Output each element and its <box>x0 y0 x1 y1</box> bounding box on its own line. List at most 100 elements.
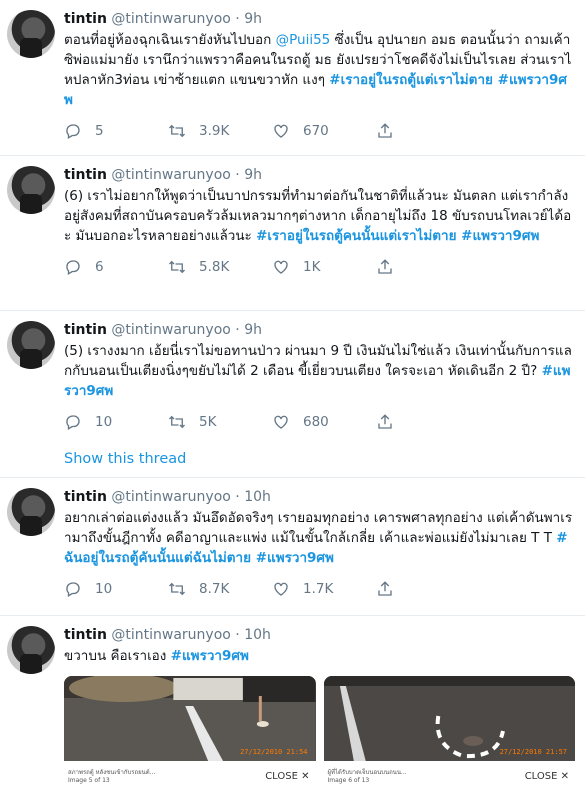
close-label: CLOSE <box>524 771 558 782</box>
share-button[interactable] <box>376 413 480 431</box>
display-name[interactable]: tintin <box>64 489 107 505</box>
timestamp[interactable]: 9h <box>244 11 262 27</box>
separator: · <box>235 627 240 643</box>
tweet[interactable]: tintin @tintinwarunyoo · 10h ขวาบน คือเร… <box>0 616 585 796</box>
like-icon <box>274 260 288 274</box>
photo-counter: Image 5 of 13 <box>68 777 110 784</box>
user-handle[interactable]: @tintinwarunyoo <box>111 322 230 338</box>
user-handle[interactable]: @tintinwarunyoo <box>111 489 230 505</box>
reply-icon <box>66 415 80 430</box>
like-count: 670 <box>303 123 329 139</box>
tweet-text-part: (5) เรางงมาก เอ้ยนี่เราไม่ขอทานป่าว ผ่าน… <box>64 343 572 379</box>
share-icon <box>378 259 392 274</box>
like-button[interactable]: 1K <box>272 258 376 276</box>
reply-count: 10 <box>95 414 113 430</box>
tweet[interactable]: tintin @tintinwarunyoo · 9h (5) เรางงมาก… <box>0 311 585 478</box>
retweet-count: 8.7K <box>199 581 230 597</box>
user-handle[interactable]: @tintinwarunyoo <box>111 167 230 183</box>
media-photo[interactable]: 27/12/2010 21:57 ผู้ที่ได้รับบาดเจ็บนอนบ… <box>323 676 575 796</box>
tweet-actions: 5 3.9K 670 <box>64 114 575 148</box>
retweet-icon <box>169 260 185 274</box>
reply-count: 5 <box>95 123 104 139</box>
share-icon <box>378 581 392 596</box>
avatar[interactable] <box>7 166 55 214</box>
timestamp[interactable]: 10h <box>244 627 271 643</box>
reply-button[interactable]: 10 <box>64 580 168 598</box>
close-x-icon: ✕ <box>560 771 569 782</box>
reply-button[interactable]: 5 <box>64 122 168 140</box>
tweet-text-part: ตอนที่อยู่ห้องฉุกเฉินเรายังหันไปบอก <box>64 32 276 48</box>
media-grid: 27/12/2010 21:54 สภาพรถตู้ หลังชนเข้ากับ… <box>64 676 575 796</box>
tweet-text-part: อยากเล่าต่อแต่งงแล้ว มันอึดอัดจริงๆ เราย… <box>64 510 573 546</box>
retweet-icon <box>169 582 185 596</box>
photo-counter: Image 6 of 13 <box>327 777 370 784</box>
like-count: 1.7K <box>303 581 334 597</box>
tweet-header: tintin @tintinwarunyoo · 9h <box>64 10 575 28</box>
like-count: 1K <box>303 259 321 275</box>
reply-button[interactable]: 10 <box>64 413 168 431</box>
close-button[interactable]: CLOSE ✕ <box>525 771 569 782</box>
share-button[interactable] <box>376 580 480 598</box>
separator: · <box>235 167 240 183</box>
tweet[interactable]: tintin @tintinwarunyoo · 9h (6) เราไม่อย… <box>0 156 585 311</box>
avatar[interactable] <box>7 10 55 58</box>
timestamp[interactable]: 9h <box>244 167 262 183</box>
like-count: 680 <box>303 414 329 430</box>
share-button[interactable] <box>376 122 480 140</box>
retweet-button[interactable]: 5K <box>168 413 272 431</box>
separator: · <box>235 322 240 338</box>
tweet-actions: 6 5.8K 1K <box>64 250 575 284</box>
like-button[interactable]: 670 <box>272 122 376 140</box>
display-name[interactable]: tintin <box>64 167 107 183</box>
reply-count: 10 <box>95 581 113 597</box>
reply-icon <box>66 582 80 597</box>
tweet-text: อยากเล่าต่อแต่งงแล้ว มันอึดอัดจริงๆ เราย… <box>64 508 575 568</box>
timestamp[interactable]: 9h <box>244 322 262 338</box>
mention-link[interactable]: @Puii55 <box>276 32 331 48</box>
hashtag-link[interactable]: #เราอยู่ในรถตู้คนนั้นแต่เราไม่ตาย #แพรวา… <box>256 228 539 244</box>
retweet-button[interactable]: 3.9K <box>168 122 272 140</box>
reply-button[interactable]: 6 <box>64 258 168 276</box>
separator: · <box>235 11 240 27</box>
like-icon <box>274 415 288 429</box>
photo-timestamp: 27/12/2010 21:54 <box>240 748 308 756</box>
share-button[interactable] <box>376 258 480 276</box>
retweet-button[interactable]: 8.7K <box>168 580 272 598</box>
close-label: CLOSE <box>265 771 298 782</box>
user-handle[interactable]: @tintinwarunyoo <box>111 627 230 643</box>
photo-caption: สภาพรถตู้ หลังชนเข้ากับรถยนต์... <box>68 769 156 776</box>
photo-caption: ผู้ที่ได้รับบาดเจ็บนอนบนถนน... <box>327 769 407 776</box>
user-handle[interactable]: @tintinwarunyoo <box>111 11 230 27</box>
display-name[interactable]: tintin <box>64 11 107 27</box>
retweet-count: 5K <box>199 414 217 430</box>
timestamp[interactable]: 10h <box>244 489 271 505</box>
like-icon <box>274 582 288 596</box>
tweet-header: tintin @tintinwarunyoo · 10h <box>64 488 575 506</box>
display-name[interactable]: tintin <box>64 627 107 643</box>
hashtag-link[interactable]: #แพรวา9ศพ <box>171 648 249 664</box>
like-button[interactable]: 680 <box>272 413 376 431</box>
reply-icon <box>66 260 80 275</box>
display-name[interactable]: tintin <box>64 322 107 338</box>
tweet-text: (6) เราไม่อยากให้พูดว่าเป็นบาปกรรมที่ทำม… <box>64 186 575 246</box>
reply-count: 6 <box>95 259 104 275</box>
show-thread-link[interactable]: Show this thread <box>64 439 575 479</box>
tweet[interactable]: tintin @tintinwarunyoo · 10h อยากเล่าต่อ… <box>0 478 585 616</box>
tweet-header: tintin @tintinwarunyoo · 10h <box>64 626 575 644</box>
tweet-text: ขวาบน คือเราเอง #แพรวา9ศพ <box>64 646 575 666</box>
share-icon <box>378 414 392 429</box>
tweet-text-part: ขวาบน คือเราเอง <box>64 648 171 664</box>
photo-caption-bar: ผู้ที่ได้รับบาดเจ็บนอนบนถนน... Image 6 o… <box>323 761 575 796</box>
photo-timestamp: 27/12/2010 21:57 <box>499 748 567 756</box>
media-photo[interactable]: 27/12/2010 21:54 สภาพรถตู้ หลังชนเข้ากับ… <box>64 676 316 796</box>
retweet-button[interactable]: 5.8K <box>168 258 272 276</box>
close-button[interactable]: CLOSE ✕ <box>265 771 309 782</box>
tweet-text: ตอนที่อยู่ห้องฉุกเฉินเรายังหันไปบอก @Pui… <box>64 30 575 110</box>
avatar[interactable] <box>7 321 55 369</box>
photo-caption-bar: สภาพรถตู้ หลังชนเข้ากับรถยนต์... Image 5… <box>64 761 316 796</box>
avatar[interactable] <box>7 626 55 674</box>
retweet-icon <box>169 124 185 138</box>
avatar[interactable] <box>7 488 55 536</box>
tweet[interactable]: tintin @tintinwarunyoo · 9h ตอนที่อยู่ห้… <box>0 0 585 156</box>
like-button[interactable]: 1.7K <box>272 580 376 598</box>
